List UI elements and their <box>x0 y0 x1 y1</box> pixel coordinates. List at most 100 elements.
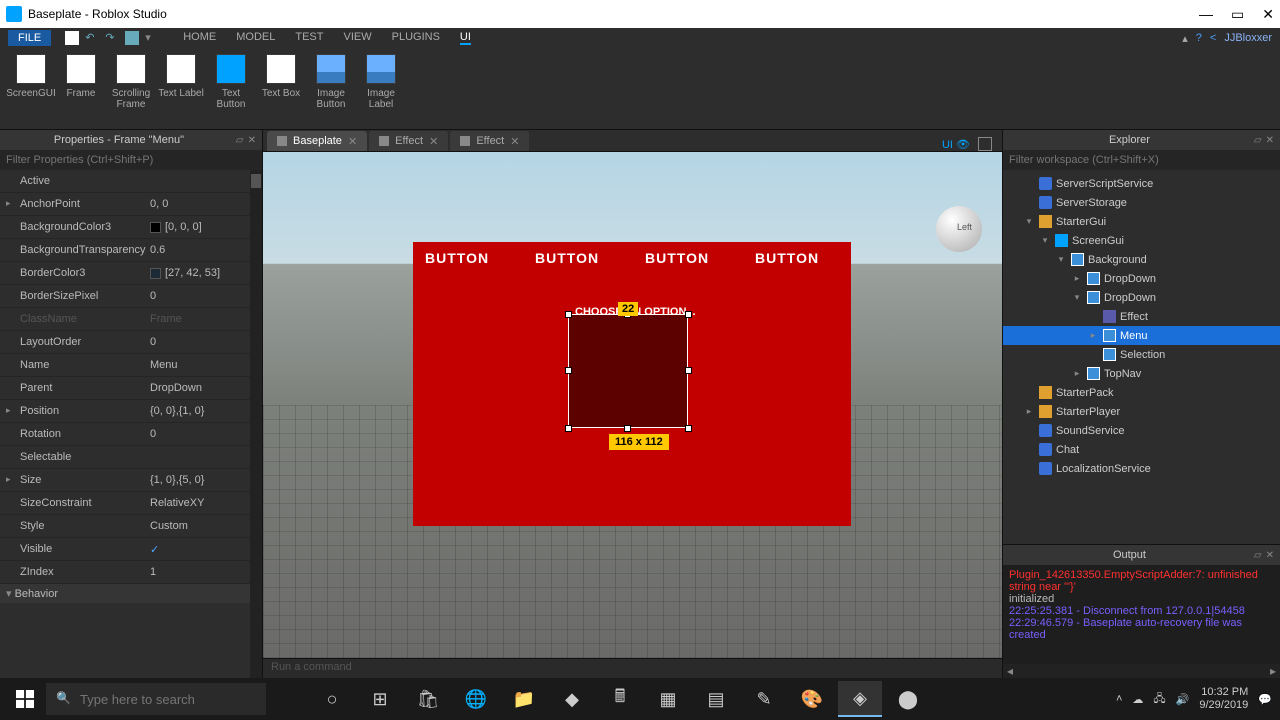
resize-handle[interactable] <box>565 425 572 432</box>
tree-node-topnav[interactable]: ▸TopNav <box>1003 364 1280 383</box>
chrome-icon[interactable]: 🌐 <box>454 681 498 717</box>
share-icon[interactable]: < <box>1210 32 1216 44</box>
paste-icon[interactable] <box>125 31 139 45</box>
tree-node-starterpack[interactable]: StarterPack <box>1003 383 1280 402</box>
ribbon-frame[interactable]: Frame <box>56 52 106 125</box>
undock-icon[interactable]: ▱ <box>1254 135 1262 146</box>
ribbon-image-button[interactable]: Image Button <box>306 52 356 125</box>
tree-node-screengui[interactable]: ▾ScreenGui <box>1003 231 1280 250</box>
qat-more-icon[interactable]: ▾ <box>145 31 159 45</box>
file-explorer-icon[interactable]: 📁 <box>502 681 546 717</box>
close-tab-icon[interactable]: ✕ <box>510 135 519 148</box>
property-value[interactable]: ✓ <box>150 543 262 556</box>
cortana-button[interactable]: ○ <box>310 681 354 717</box>
property-value[interactable]: 1 <box>150 566 262 578</box>
tree-node-soundservice[interactable]: SoundService <box>1003 421 1280 440</box>
close-tab-icon[interactable]: ✕ <box>348 135 357 148</box>
property-value[interactable]: [0, 0, 0] <box>150 221 262 233</box>
menu-tab-model[interactable]: MODEL <box>236 31 275 45</box>
property-row[interactable]: Rotation0 <box>0 423 262 446</box>
volume-icon[interactable]: 🔊 <box>1176 693 1190 706</box>
property-row[interactable]: BackgroundColor3[0, 0, 0] <box>0 216 262 239</box>
start-button[interactable] <box>8 682 42 716</box>
ui-visibility-toggle[interactable]: UI 👁 <box>942 138 970 151</box>
tree-node-startergui[interactable]: ▾StarterGui <box>1003 212 1280 231</box>
selected-menu-frame[interactable] <box>568 314 688 428</box>
property-value[interactable]: DropDown <box>150 382 262 394</box>
file-menu[interactable]: FILE <box>8 30 51 46</box>
tree-node-chat[interactable]: Chat <box>1003 440 1280 459</box>
close-panel-icon[interactable]: ✕ <box>1266 550 1274 561</box>
expand-arrow-icon[interactable]: ▸ <box>1023 406 1035 417</box>
ribbon-image-label[interactable]: Image Label <box>356 52 406 125</box>
property-section-behavior[interactable]: Behavior <box>0 584 262 603</box>
nav-button[interactable]: BUTTON <box>755 250 819 266</box>
device-emulator-icon[interactable] <box>978 137 992 151</box>
resize-handle[interactable] <box>565 367 572 374</box>
menu-tab-plugins[interactable]: PLUGINS <box>392 31 440 45</box>
ribbon-screengui[interactable]: ScreenGUI <box>6 52 56 125</box>
property-value[interactable]: 0, 0 <box>150 198 262 210</box>
property-row[interactable]: Position{0, 0},{1, 0} <box>0 400 262 423</box>
viewport-3d[interactable]: Left BUTTONBUTTONBUTTONBUTTON CHOOSE AN … <box>263 152 1002 658</box>
property-row[interactable]: SizeConstraintRelativeXY <box>0 492 262 515</box>
roblox-icon[interactable]: ◆ <box>550 681 594 717</box>
ribbon-scrolling-frame[interactable]: Scrolling Frame <box>106 52 156 125</box>
doc-tab-effect[interactable]: Effect✕ <box>369 131 448 151</box>
menu-tab-view[interactable]: VIEW <box>343 31 371 45</box>
ribbon-text-label[interactable]: Text Label <box>156 52 206 125</box>
expand-arrow-icon[interactable]: ▸ <box>1071 273 1083 284</box>
expand-arrow-icon[interactable]: ▾ <box>1071 292 1083 303</box>
calculator-icon[interactable]: 🖩 <box>598 681 642 717</box>
expand-arrow-icon[interactable]: ▸ <box>1087 330 1099 341</box>
maximize-button[interactable]: ▭ <box>1231 6 1244 23</box>
command-bar[interactable]: Run a command <box>263 658 1002 678</box>
doc-tab-effect[interactable]: Effect✕ <box>450 131 529 151</box>
resize-handle[interactable] <box>685 311 692 318</box>
app-icon[interactable]: 🎨 <box>790 681 834 717</box>
property-row[interactable]: StyleCustom <box>0 515 262 538</box>
property-row[interactable]: BackgroundTransparency0.6 <box>0 239 262 262</box>
expand-arrow-icon[interactable]: ▾ <box>1039 235 1051 246</box>
tree-node-serverstorage[interactable]: ServerStorage <box>1003 193 1280 212</box>
redo-icon[interactable]: ↷ <box>105 31 119 45</box>
roblox-studio-icon[interactable]: ◈ <box>838 681 882 717</box>
taskbar-search-input[interactable] <box>46 683 266 715</box>
undock-icon[interactable]: ▱ <box>1254 550 1262 561</box>
task-view-button[interactable]: ⊞ <box>358 681 402 717</box>
property-row[interactable]: AnchorPoint0, 0 <box>0 193 262 216</box>
property-row[interactable]: ParentDropDown <box>0 377 262 400</box>
resize-handle[interactable] <box>685 367 692 374</box>
expand-arrow-icon[interactable]: ▾ <box>1055 254 1067 265</box>
property-row[interactable]: BorderSizePixel0 <box>0 285 262 308</box>
property-row[interactable]: Active <box>0 170 262 193</box>
properties-filter-input[interactable] <box>0 150 262 170</box>
close-tab-icon[interactable]: ✕ <box>429 135 438 148</box>
resize-handle[interactable] <box>624 425 631 432</box>
minimize-button[interactable]: — <box>1199 6 1213 23</box>
nav-button[interactable]: BUTTON <box>425 250 489 266</box>
tray-expand-icon[interactable]: ˄ <box>1116 693 1122 705</box>
tree-node-localizationservice[interactable]: LocalizationService <box>1003 459 1280 478</box>
app-icon[interactable]: ✎ <box>742 681 786 717</box>
property-row[interactable]: Selectable <box>0 446 262 469</box>
property-value[interactable]: 0 <box>150 428 262 440</box>
property-value[interactable]: {0, 0},{1, 0} <box>150 405 262 417</box>
property-row[interactable]: NameMenu <box>0 354 262 377</box>
expand-arrow-icon[interactable]: ▸ <box>1071 368 1083 379</box>
tree-node-dropdown[interactable]: ▸DropDown <box>1003 269 1280 288</box>
tree-node-background[interactable]: ▾Background <box>1003 250 1280 269</box>
tree-node-effect[interactable]: Effect <box>1003 307 1280 326</box>
close-panel-icon[interactable]: ✕ <box>1266 135 1274 146</box>
collapse-ribbon-icon[interactable]: ▴ <box>1182 32 1188 45</box>
property-row[interactable]: Size{1, 0},{5, 0} <box>0 469 262 492</box>
new-icon[interactable] <box>65 31 79 45</box>
output-hscroll[interactable]: ◂▸ <box>1003 664 1280 678</box>
expand-arrow-icon[interactable]: ▾ <box>1023 216 1035 227</box>
system-clock[interactable]: 10:32 PM 9/29/2019 <box>1199 686 1248 712</box>
property-value[interactable]: Custom <box>150 520 262 532</box>
menu-tab-home[interactable]: HOME <box>183 31 216 45</box>
nav-button[interactable]: BUTTON <box>535 250 599 266</box>
doc-tab-baseplate[interactable]: Baseplate✕ <box>267 131 367 151</box>
store-icon[interactable]: 🛍 <box>406 681 450 717</box>
